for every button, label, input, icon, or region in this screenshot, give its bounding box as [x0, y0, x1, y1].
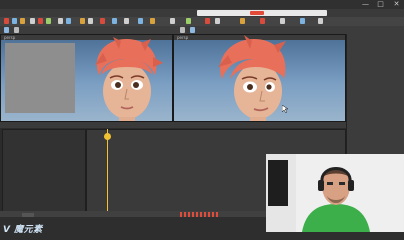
- tool-icon[interactable]: [138, 18, 143, 24]
- tool-icon[interactable]: [186, 18, 191, 24]
- viewport-left[interactable]: persp: [0, 34, 173, 122]
- tool-icon[interactable]: [66, 18, 71, 24]
- tool-icon[interactable]: [318, 18, 323, 24]
- mouse-cursor-icon: [282, 105, 288, 113]
- current-frame-field[interactable]: [22, 213, 34, 217]
- panel-icon[interactable]: [14, 27, 19, 33]
- panel-icon[interactable]: [180, 27, 185, 33]
- tool-icon[interactable]: [80, 18, 85, 24]
- tool-icon[interactable]: [88, 18, 93, 24]
- attribute-panel[interactable]: [346, 34, 404, 154]
- tool-icon[interactable]: [12, 18, 17, 24]
- tool-icon[interactable]: [30, 18, 35, 24]
- tool-icon[interactable]: [240, 18, 245, 24]
- viewport-camera-label: persp: [4, 35, 16, 40]
- tool-icon[interactable]: [112, 18, 117, 24]
- panel-icon[interactable]: [190, 27, 195, 33]
- presenter-video: [266, 154, 404, 232]
- viewport-right[interactable]: persp: [173, 34, 346, 122]
- window-titlebar: — □ ✕: [0, 0, 404, 9]
- image-plane: [5, 43, 75, 113]
- current-time-indicator[interactable]: [107, 129, 108, 215]
- tool-icon[interactable]: [150, 18, 155, 24]
- playhead-handle[interactable]: [104, 133, 111, 140]
- tool-icon[interactable]: [46, 18, 51, 24]
- tool-icon[interactable]: [4, 18, 9, 24]
- tool-icon[interactable]: [205, 18, 210, 24]
- tool-icon[interactable]: [215, 18, 220, 24]
- tool-icon[interactable]: [170, 18, 175, 24]
- tool-icon[interactable]: [58, 18, 63, 24]
- record-indicator[interactable]: [250, 11, 264, 15]
- tool-icon[interactable]: [38, 18, 43, 24]
- close-button[interactable]: ✕: [393, 1, 400, 8]
- maximize-button[interactable]: □: [377, 1, 384, 8]
- graph-outliner[interactable]: [2, 129, 86, 219]
- tool-icon[interactable]: [300, 18, 305, 24]
- viewport-camera-label: persp: [177, 35, 189, 40]
- shelf-toolbar: [0, 17, 404, 26]
- watermark-logo: V 魔元素: [3, 225, 43, 235]
- tool-icon[interactable]: [260, 18, 265, 24]
- panel-icon[interactable]: [4, 27, 9, 33]
- tool-icon[interactable]: [100, 18, 105, 24]
- minimize-button[interactable]: —: [362, 1, 369, 8]
- webcam-overlay: [266, 154, 404, 232]
- tool-icon[interactable]: [20, 18, 25, 24]
- graph-editor-menu[interactable]: [0, 122, 346, 128]
- keyframe-ticks: [180, 212, 220, 217]
- character-head-front: [95, 37, 163, 121]
- tool-icon[interactable]: [280, 18, 285, 24]
- tool-icon[interactable]: [124, 18, 129, 24]
